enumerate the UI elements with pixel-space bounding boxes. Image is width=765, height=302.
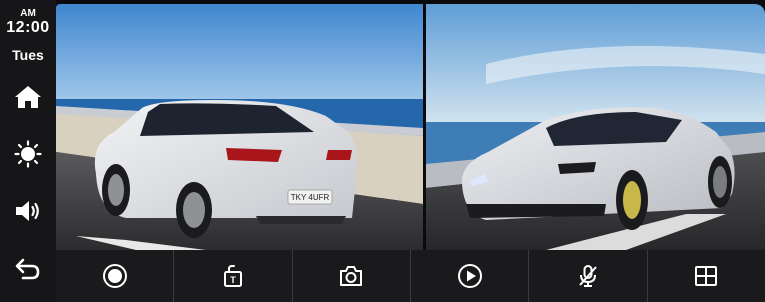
lock-file-button[interactable]: T [173,250,291,302]
playback-button[interactable] [409,250,528,302]
clock-day: Tues [12,47,44,63]
home-icon [15,86,41,108]
volume-icon [16,201,39,221]
clock-time: 12:00 [6,19,50,36]
rear-camera-image [426,4,765,250]
front-camera-image: TKY 4UFR [56,4,423,250]
status-clock: AM 12:00 Tues [0,8,56,63]
brightness-button[interactable] [12,139,44,169]
mic-muted-icon [579,265,597,287]
record-icon [102,264,127,288]
svg-text:T: T [230,275,236,285]
camera-icon [340,266,363,286]
dashcam-screen: AM 12:00 Tues TKY 4UFR T [0,0,765,302]
microphone-toggle-button[interactable] [528,250,646,302]
snapshot-button[interactable] [291,250,410,302]
volume-button[interactable] [12,196,44,226]
back-arrow-icon [15,258,40,280]
record-button[interactable] [56,250,173,302]
play-icon [457,264,482,288]
bottom-toolbar: T [56,250,765,302]
brightness-icon [14,140,42,168]
front-car: TKY 4UFR [94,100,358,238]
lock-file-icon: T [223,265,242,287]
split-view-button[interactable] [646,250,765,302]
front-camera-view[interactable]: TKY 4UFR [56,4,423,250]
rear-camera-view[interactable] [426,4,765,250]
home-button[interactable] [12,82,44,112]
front-plate-text: TKY 4UFR [291,193,330,202]
back-button[interactable] [12,255,44,283]
split-view-icon [695,266,718,286]
clock-ampm: AM [20,8,36,19]
